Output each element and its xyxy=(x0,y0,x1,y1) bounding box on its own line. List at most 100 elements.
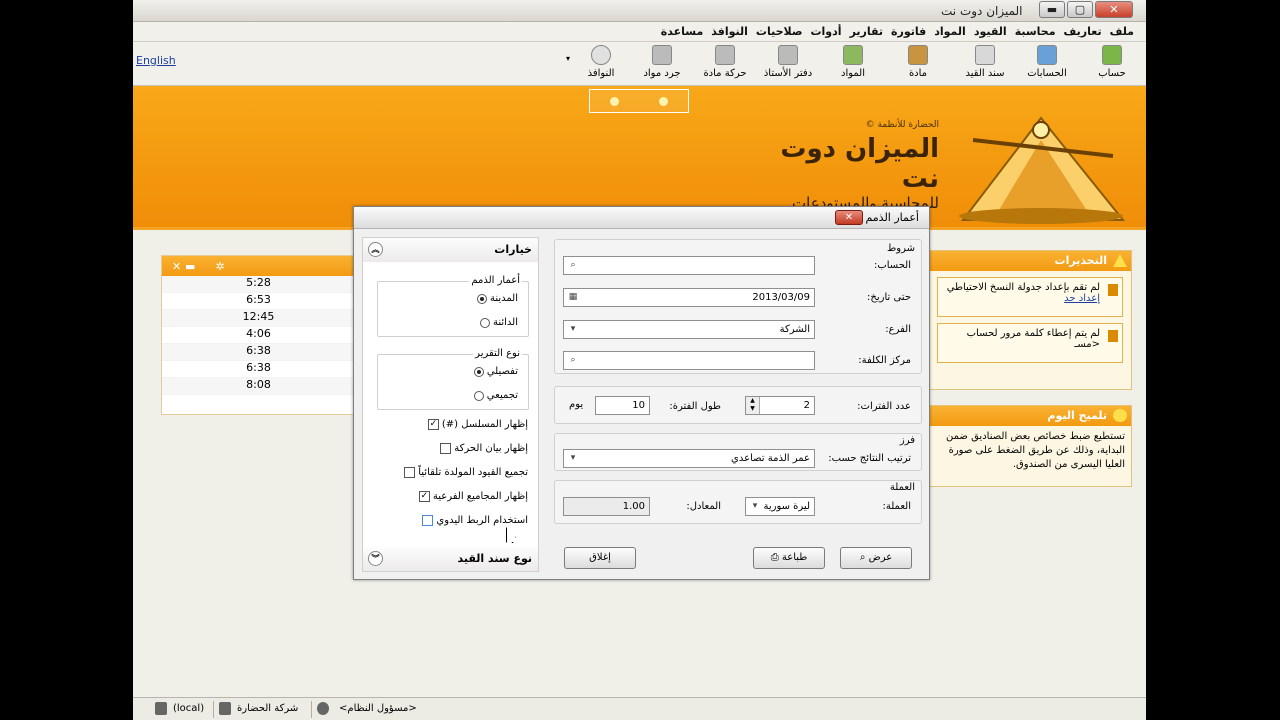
period-length-input[interactable]: 10 xyxy=(595,396,650,415)
menu-help[interactable]: مساعدة xyxy=(661,25,704,38)
dialog-close-button[interactable]: ✕ xyxy=(835,210,863,225)
english-link[interactable]: English xyxy=(136,54,176,67)
printer-icon: ⎙ xyxy=(770,552,779,563)
debt-aging-dialog: أعمار الذمم ✕ خيارات ︽ أعمار الذمم المدي… xyxy=(353,206,930,580)
toolbar-item-movement-button[interactable]: حركة مادة xyxy=(700,45,750,79)
menu-windows[interactable]: النوافذ xyxy=(711,25,748,38)
close-window-button[interactable]: ✕ xyxy=(1095,1,1133,18)
currency-select[interactable]: ▾ ليرة سورية xyxy=(745,497,815,516)
show-label: عرض xyxy=(868,552,893,563)
toolbar-account-button[interactable]: حساب xyxy=(1087,45,1137,79)
toolbar-inventory-button[interactable]: جرد مواد xyxy=(637,45,687,79)
toolbar-items-button[interactable]: المواد xyxy=(828,45,878,79)
menu-invoice[interactable]: فاتورة xyxy=(891,25,926,38)
panel-window-controls[interactable]: ✕ ▬ xyxy=(172,260,195,273)
toolbar-item-button[interactable]: مادة xyxy=(893,45,943,79)
checkbox-show-movement[interactable]: إظهار بيان الحركة xyxy=(440,443,528,454)
tip-title: تلميح اليوم xyxy=(1047,409,1107,422)
maximize-button[interactable]: ▢ xyxy=(1067,1,1093,18)
chevron-down-icon[interactable]: ▾ xyxy=(747,499,763,514)
menu-entries[interactable]: القيود xyxy=(974,25,1007,38)
toolbar-ledger-button[interactable]: دفتر الأستاذ xyxy=(763,45,813,79)
toolbar-accounts-button[interactable]: الحسابات xyxy=(1022,45,1072,79)
menu-definitions[interactable]: تعاريف xyxy=(1064,25,1102,38)
chevron-down-icon[interactable]: ▾ xyxy=(565,451,581,466)
rate-input[interactable]: 1.00 xyxy=(563,497,650,516)
close-dialog-button[interactable]: إغلاق xyxy=(564,547,636,569)
radio-label: تجميعي xyxy=(486,390,518,401)
branch-select[interactable]: ▾ الشركة xyxy=(563,320,815,339)
toolbar-dropdown-arrow[interactable]: ▾ xyxy=(566,54,570,63)
radio-detailed[interactable]: تفصيلي xyxy=(473,366,518,377)
menu-accounting[interactable]: محاسبة xyxy=(1015,25,1056,38)
print-label: طباعة xyxy=(781,552,808,563)
radio-dot[interactable] xyxy=(476,293,487,304)
options-header[interactable]: خيارات ︽ xyxy=(363,238,538,262)
toolbar-label: حساب xyxy=(1098,68,1126,79)
menu-file[interactable]: ملف xyxy=(1110,25,1134,38)
menu-items[interactable]: المواد xyxy=(934,25,966,38)
checkbox-box[interactable] xyxy=(440,443,452,454)
title-bar: ▬ ▢ ✕ الميزان دوت نت xyxy=(133,0,1146,22)
alert-item[interactable]: لم يتم إعطاء كلمة مرور لحساب <مسـ xyxy=(937,323,1123,363)
menu-permissions[interactable]: صلاحيات xyxy=(756,25,803,38)
alert-item[interactable]: لم تقم بإعداد جدولة النسخ الاحتياطي إعدا… xyxy=(937,277,1123,317)
alerts-header: التحذيرات xyxy=(929,251,1131,271)
inventory-print-icon xyxy=(652,45,672,65)
status-divider xyxy=(213,701,214,718)
dialog-title-bar: أعمار الذمم ✕ xyxy=(354,207,929,229)
account-input[interactable]: ⌕ xyxy=(563,256,815,275)
dialog-title: أعمار الذمم xyxy=(865,211,919,224)
collapse-chevron-icon[interactable]: ︽ xyxy=(368,242,383,257)
checkbox-box[interactable]: ✓ xyxy=(418,491,430,502)
radio-credit[interactable]: الدائنة xyxy=(479,317,518,328)
radio-dot[interactable] xyxy=(479,317,490,328)
radio-label: المدينة xyxy=(489,293,518,304)
menu-tools[interactable]: أدوات xyxy=(810,25,841,38)
entry-type-header[interactable]: نوع سند القيد ︾ xyxy=(363,547,538,571)
minimize-button[interactable]: ▬ xyxy=(1039,1,1065,18)
period-count-input[interactable]: ▲ ▼ 2 xyxy=(745,396,815,415)
expand-chevron-icon[interactable]: ︾ xyxy=(368,551,383,566)
gear-icon[interactable] xyxy=(610,96,619,106)
checkbox-show-subtotals[interactable]: إظهار المجاميع الفرعية ✓ xyxy=(418,491,528,502)
group-legend: أعمار الذمم xyxy=(469,275,522,286)
alert-link[interactable]: إعداد جد xyxy=(1064,293,1100,304)
toolbar-label: مادة xyxy=(908,68,928,79)
sort-label: ترتيب النتائج حسب: xyxy=(828,453,911,464)
options-title: خيارات xyxy=(494,243,532,256)
checkbox-box[interactable]: ✓ xyxy=(427,419,439,430)
to-date-input[interactable]: ▦ 2013/03/09 xyxy=(563,288,815,307)
radio-dot[interactable] xyxy=(473,390,484,401)
search-icon[interactable]: ⌕ xyxy=(565,258,581,273)
toolbar-windows-button[interactable]: النوافذ xyxy=(576,45,626,79)
search-icon[interactable]: ⌕ xyxy=(565,353,581,368)
radio-summary[interactable]: تجميعي xyxy=(473,390,518,401)
chevron-down-icon[interactable]: ▾ xyxy=(565,322,581,337)
sort-select[interactable]: ▾ عمر الذمة تصاعدي xyxy=(563,449,815,468)
cost-center-input[interactable]: ⌕ xyxy=(563,351,815,370)
status-company: شركة الحضارة xyxy=(237,703,299,714)
radio-debit[interactable]: المدينة xyxy=(476,293,518,304)
checkbox-group-auto-entries[interactable]: تجميع القيود المولدة تلقائياً xyxy=(404,467,528,478)
checkbox-show-serial[interactable]: إظهار المسلسل (#) ✓ xyxy=(427,419,528,430)
print-button[interactable]: طباعة ⎙ xyxy=(753,547,825,569)
toolbar-label: دفتر الأستاذ xyxy=(763,68,813,79)
checkbox-box[interactable] xyxy=(404,467,416,478)
checkbox-manual-linking[interactable]: استخدام الربط اليدوي xyxy=(422,515,528,526)
show-button[interactable]: عرض ⌕ xyxy=(840,547,912,569)
periods-section: عدد الفترات: ▲ ▼ 2 طول الفترة: 10 يوم xyxy=(554,386,922,424)
gear-icon[interactable]: ✲ xyxy=(215,260,224,273)
toolbar-journal-voucher-button[interactable]: سند القيد xyxy=(960,45,1010,79)
to-date-value: 2013/03/09 xyxy=(752,292,810,303)
checkbox-box[interactable] xyxy=(422,515,434,526)
section-title: شروط xyxy=(887,243,915,254)
checkbox-label: إظهار المجاميع الفرعية xyxy=(432,491,528,502)
calendar-icon[interactable]: ▦ xyxy=(565,290,581,305)
checkbox-label: استخدام الربط اليدوي xyxy=(436,515,528,526)
menu-reports[interactable]: تقارير xyxy=(850,25,883,38)
spinner-arrows-icon[interactable]: ▲ ▼ xyxy=(746,397,760,414)
gear-icon[interactable] xyxy=(659,96,668,106)
currency-section: العملة العملة: ▾ ليرة سورية المعادل: 1.00 xyxy=(554,480,922,524)
radio-dot[interactable] xyxy=(473,366,484,377)
